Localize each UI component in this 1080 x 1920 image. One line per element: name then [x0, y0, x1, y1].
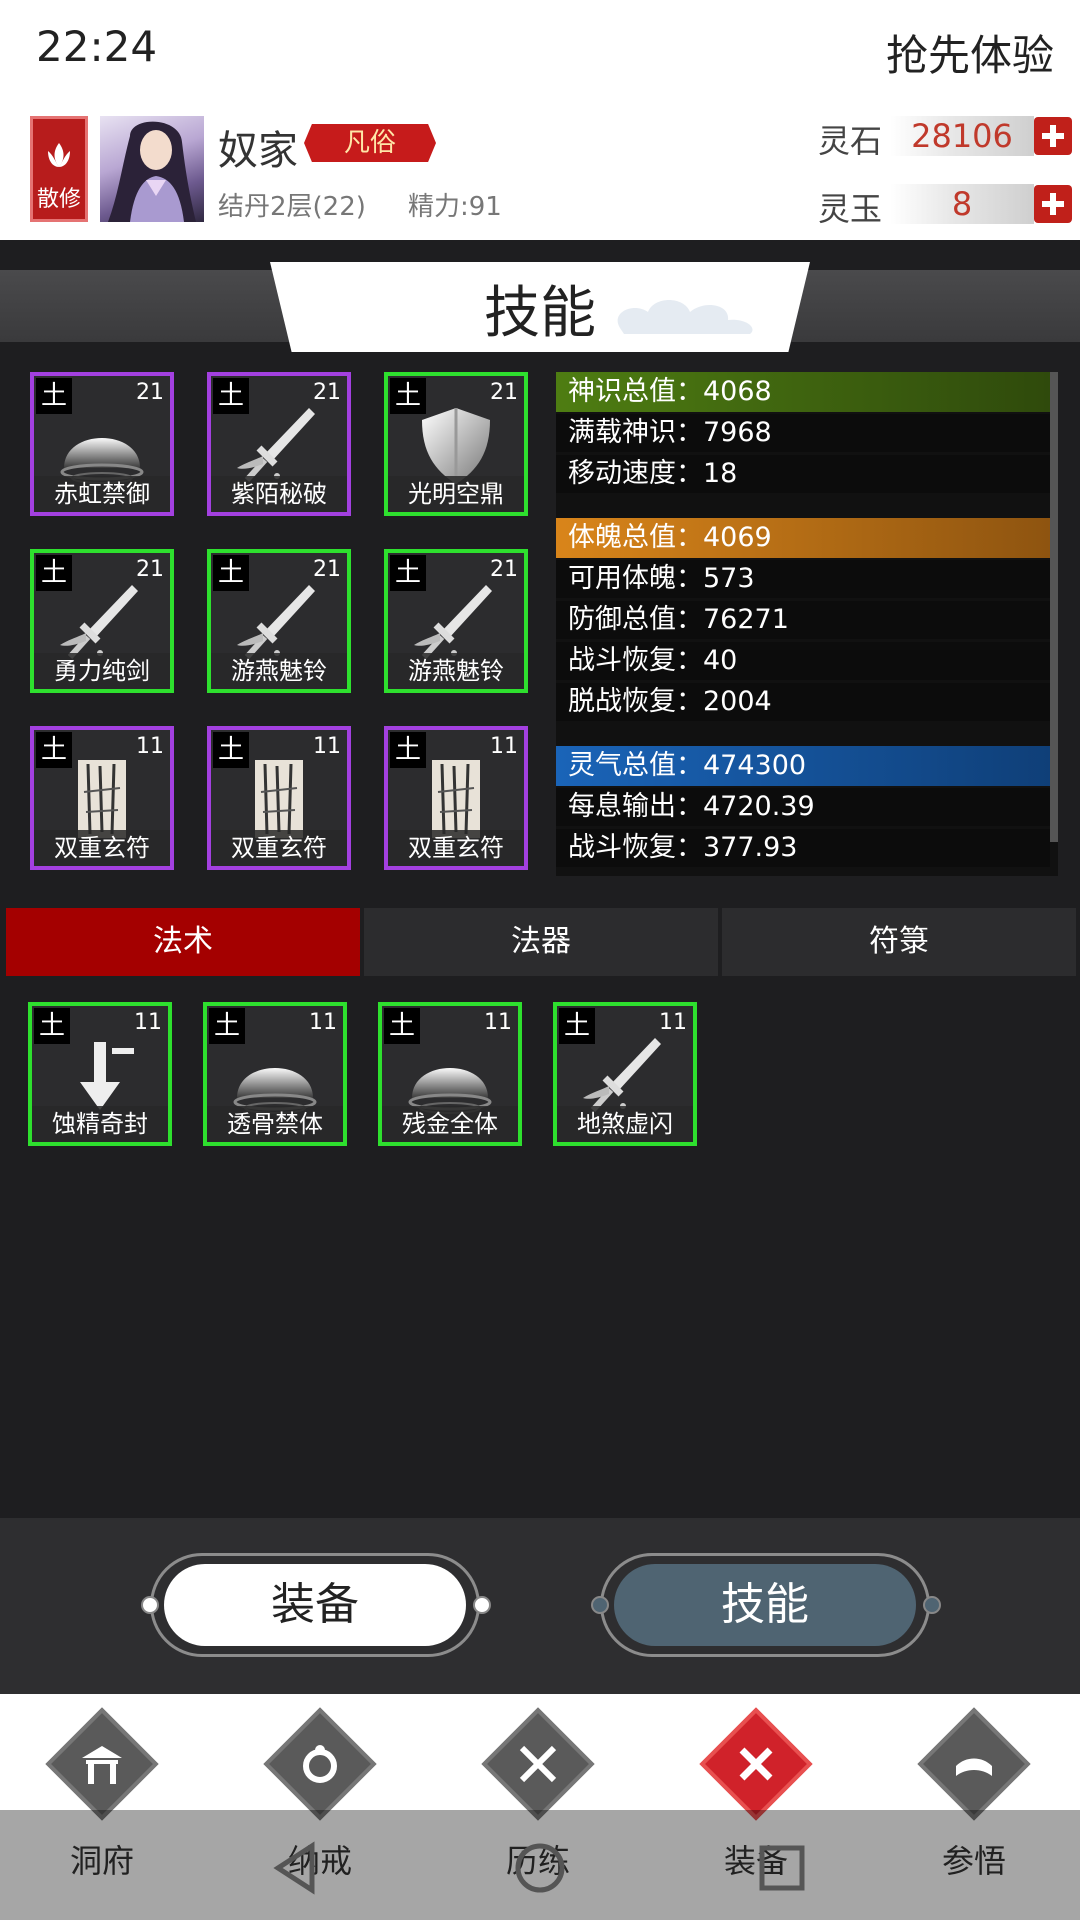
skill-slot[interactable]: 土 11 双重玄符 [207, 726, 351, 870]
spirit-stone-label: 灵石 [818, 122, 883, 160]
crossed-swords-icon [519, 1745, 557, 1783]
spirit-jade-label: 灵玉 [818, 190, 883, 228]
book-icon [956, 1758, 992, 1776]
skill-slot[interactable]: 土 11 双重玄符 [30, 726, 174, 870]
ornament-dot [923, 1596, 941, 1614]
gate-icon [82, 1746, 122, 1784]
body-total: 体魄总值：4069 [556, 518, 1050, 558]
skill-slot[interactable]: 土 21 游燕魅铃 [207, 549, 351, 693]
skill-name: 双重玄符 [388, 830, 524, 866]
ornament-dot [473, 1596, 491, 1614]
skill-slot[interactable]: 土 21 赤虹禁御 [30, 372, 174, 516]
spirit-total: 神识总值：4068 [556, 372, 1050, 412]
ornament-dot [141, 1596, 159, 1614]
spell-item[interactable]: 土 11 地煞虚闪 [553, 1002, 697, 1146]
close-icon [739, 1747, 773, 1781]
skill-name: 光明空鼎 [388, 476, 524, 512]
realm-level: 结丹2层(22) [218, 192, 366, 222]
skill-name: 蚀精奇封 [32, 1106, 168, 1142]
ring-icon [303, 1745, 337, 1783]
page-title: 技能 [484, 281, 596, 346]
skill-slot[interactable]: 土 11 双重玄符 [384, 726, 528, 870]
stat-row: 满载神识：7968 [556, 414, 1050, 452]
lotus-icon [48, 143, 70, 167]
clock: 22:24 [36, 22, 158, 71]
avatar-portrait [108, 121, 196, 222]
stat-row: 防御总值：76271 [556, 601, 1050, 639]
stats-panel: 神识总值：4068 满载神识：7968 移动速度：18 体魄总值：4069 可用… [556, 372, 1058, 876]
player-name: 奴家 [218, 128, 298, 174]
add-spirit-stone-button[interactable] [1034, 117, 1072, 155]
stat-row: 可用体魄：573 [556, 560, 1050, 598]
skill-name: 透骨禁体 [207, 1106, 343, 1142]
skill-name: 双重玄符 [211, 830, 347, 866]
skills-button[interactable]: 技能 [614, 1564, 916, 1646]
tab-artifacts[interactable]: 法器 [364, 908, 718, 976]
stat-row: 脱战恢复：2004 [556, 683, 1050, 721]
skill-name: 游燕魅铃 [211, 653, 347, 689]
skill-slot[interactable]: 土 21 勇力纯剑 [30, 549, 174, 693]
stat-row: 战斗恢复：40 [556, 642, 1050, 680]
spell-item[interactable]: 土 11 透骨禁体 [203, 1002, 347, 1146]
home-icon[interactable] [512, 1840, 568, 1896]
stat-row: 战斗恢复：377.93 [556, 829, 1050, 867]
spell-item[interactable]: 土 11 蚀精奇封 [28, 1002, 172, 1146]
qi-total: 灵气总值：474300 [556, 746, 1050, 786]
skill-slot[interactable]: 土 21 紫陌秘破 [207, 372, 351, 516]
sect-badge[interactable]: 散修 [30, 116, 88, 222]
skill-slot[interactable]: 土 21 光明空鼎 [384, 372, 528, 516]
skill-name: 地煞虚闪 [557, 1106, 693, 1142]
add-spirit-jade-button[interactable] [1034, 185, 1072, 223]
skill-name: 残金全体 [382, 1106, 518, 1142]
spirit-stone-value: 28106 [890, 116, 1034, 156]
skill-name: 勇力纯剑 [34, 653, 170, 689]
ornament-dot [591, 1596, 609, 1614]
skill-name: 游燕魅铃 [388, 653, 524, 689]
tab-talismans[interactable]: 符箓 [722, 908, 1076, 976]
rank-tag: 凡俗 [304, 124, 436, 162]
tab-spells[interactable]: 法术 [6, 908, 360, 976]
equip-button[interactable]: 装备 [164, 1564, 466, 1646]
energy-value: 精力:91 [408, 192, 502, 222]
spell-item[interactable]: 土 11 残金全体 [378, 1002, 522, 1146]
stats-scrollbar[interactable] [1050, 372, 1058, 842]
stat-row: 移动速度：18 [556, 455, 1050, 493]
stat-row: 每息输出：4720.39 [556, 788, 1050, 826]
sect-label: 散修 [36, 187, 81, 212]
back-icon[interactable] [268, 1840, 324, 1896]
skill-name: 紫陌秘破 [211, 476, 347, 512]
early-access-label[interactable]: 抢先体验 [886, 22, 1054, 83]
skill-name: 赤虹禁御 [34, 476, 170, 512]
spirit-jade-value: 8 [890, 184, 1034, 224]
avatar[interactable] [100, 116, 204, 222]
recents-icon[interactable] [754, 1840, 810, 1896]
skill-slot[interactable]: 土 21 游燕魅铃 [384, 549, 528, 693]
skill-name: 双重玄符 [34, 830, 170, 866]
